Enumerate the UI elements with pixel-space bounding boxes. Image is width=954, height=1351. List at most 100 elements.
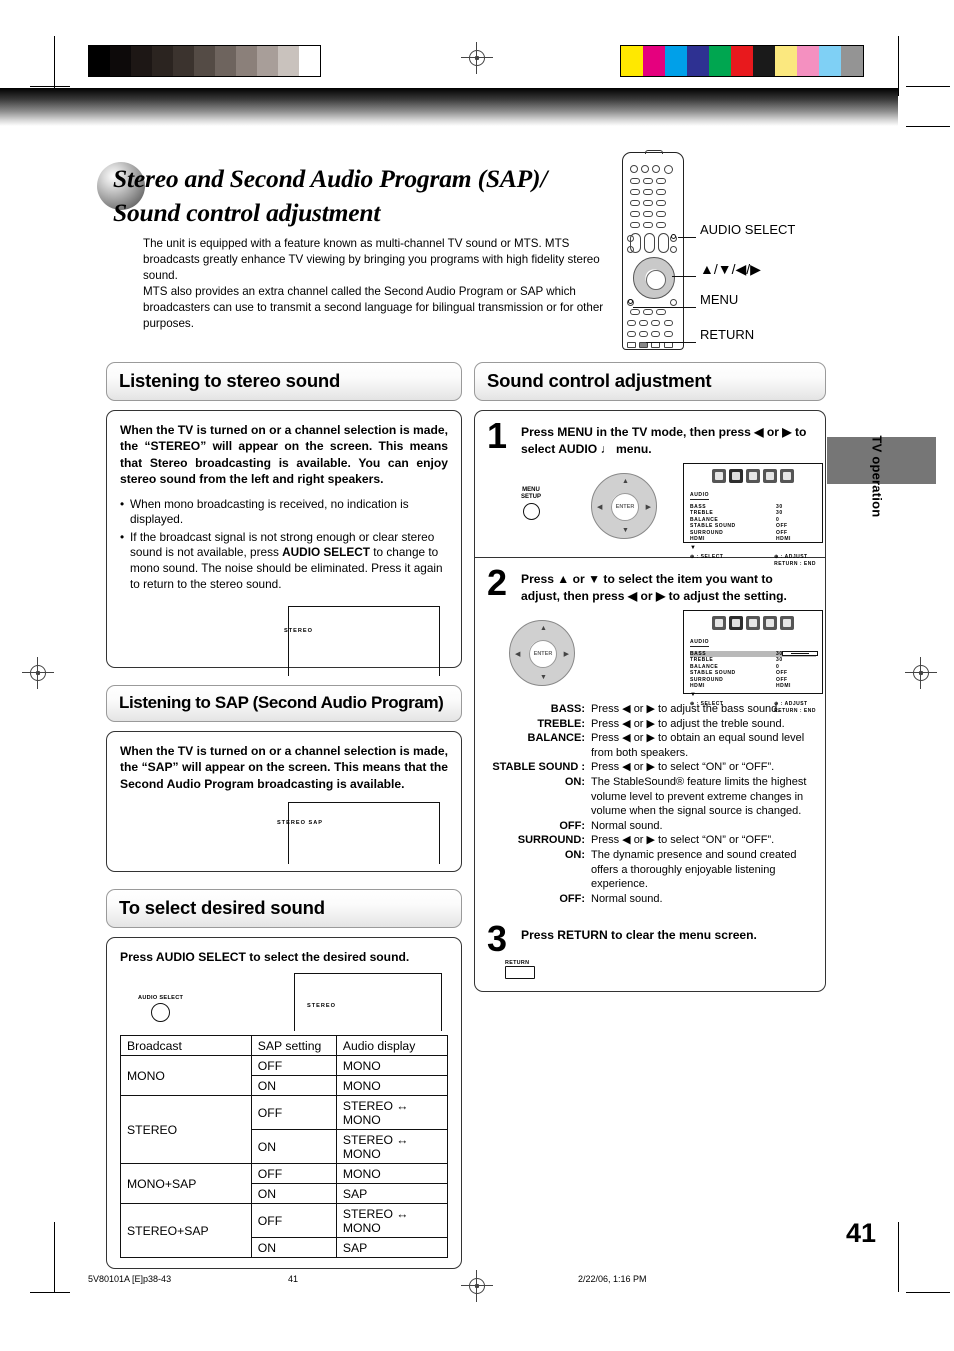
definition-row: SURROUND: Press ◀ or ▶ to select “ON” or … [487,833,813,848]
definition-key: ON: [564,775,585,788]
footer-timestamp: 2/22/06, 1:16 PM [578,1274,647,1284]
audio-select-knob [151,1003,171,1023]
color-patch [665,46,687,76]
color-patch [687,46,709,76]
osd-audio-icon [729,469,743,483]
section-heading-select-sound: To select desired sound [106,889,462,928]
osd-function-icon [746,616,760,630]
return-button-illustration: RETURN [505,960,535,980]
table-row: MONO+SAP OFF MONO [120,1163,449,1205]
osd-audio-menu-step2: AUDIO BASS 30 TREBLE 30 BALANCE 0 STABLE SOUND… [683,610,823,714]
cell-audio-display: STEREO ↔ MONO [335,1129,449,1165]
tv-screen-stereo-example: STEREO [120,606,448,678]
registration-target-bottom [461,1270,493,1302]
definition-key: OFF: [559,819,585,832]
color-patch [731,46,753,76]
list-item: If the broadcast signal is not strong en… [120,530,448,592]
crop-mark-bottom-right-h [906,1292,950,1293]
definition-row: ON: The StableSound® feature limits the h… [487,775,813,819]
stereo-lead-text: When the TV is turned on or a channel se… [120,423,448,487]
navigation-wheel-illustration: ▲ ▼ ◀ ▶ ENTER [591,473,657,539]
crop-mark-top-left-v [54,36,55,96]
remote-button-row-1 [630,165,673,174]
panel-sap: When the TV is turned on or a channel se… [106,731,462,872]
crop-mark-bottom-left-v [54,1222,55,1292]
remote-small-button-right-b [670,246,677,253]
step-2-header: 2 Press ▲ or ▼ to select the item you wa… [487,562,813,604]
definition-value: Press ◀ or ▶ to select “ON” or “OFF”. [591,761,775,774]
remote-button-row-6 [630,222,667,228]
osd-adjust-return-hints: ⊕ : ADJUST RETURN : END [774,554,816,566]
definition-row: TREBLE: Press ◀ or ▶ to adjust the treble… [487,717,813,732]
footer-page-number: 41 [288,1274,299,1284]
page-title: Stereo and Second Audio Program (SAP)/ S… [113,162,633,230]
table-row: MONO OFF MONO [120,1055,449,1097]
select-lead-text: Press AUDIO SELECT to select the desired… [120,950,410,964]
cell-sap-setting: OFF [250,1163,337,1185]
grayscale-patch [110,46,131,76]
osd-row: HDMI HDMI [690,683,816,689]
definition-key: BASS: [550,703,585,715]
color-patch [819,46,841,76]
wheel-up-arrow-icon: ▲ [540,625,547,632]
tv-screen-frame [288,606,440,677]
osd-select-hint: ⊕ : SELECT [690,701,724,708]
tv-screen-sap-example: STEREO SAP [120,802,448,874]
definition-row: OFF: Normal sound. [487,819,813,834]
wheel-left-arrow-icon: ◀ [515,651,521,658]
intro-paragraph: The unit is equipped with a feature know… [143,237,604,331]
grayscale-patch [236,46,257,76]
wheel-down-arrow-icon: ▼ [540,674,547,681]
cell-sap-setting: OFF [250,1055,337,1077]
section-heading-sound-control: Sound control adjustment [474,362,826,401]
remote-small-button-left-b [627,246,634,253]
definition-value: Normal sound. [591,819,663,832]
return-button-body [505,966,535,980]
remote-button-row-5 [630,211,667,217]
callout-dot-audio-select [671,234,676,239]
density-gradient-bar [0,88,898,126]
cell-sap-setting: OFF [250,1095,337,1131]
osd-menu-title: AUDIO [690,639,710,647]
callout-line-audio-select [678,237,696,238]
crop-mark-top-left-h [30,86,70,87]
audio-settings-definitions: BASS: Press ◀ or ▶ to adjust the bass sou… [487,702,813,906]
crop-mark-top-right-h [906,86,950,87]
step-1-header: 1 Press MENU in the TV mode, then press … [487,418,813,457]
grayscale-calibration-strip [88,45,321,77]
definition-value: Press ◀ or ▶ to adjust the treble sound. [591,717,785,730]
crop-mark-top-right-v [898,36,899,96]
page-number: 41 [845,1218,876,1248]
grayscale-patch [152,46,173,76]
color-calibration-strip [620,45,864,77]
remote-body [622,150,684,350]
osd-footer-hints: ⊕ : SELECT ⊕ : ADJUST RETURN : END [690,701,816,713]
grayscale-patch [194,46,215,76]
definition-value: Normal sound. [591,892,663,905]
osd-scroll-down-icon: ▼ [690,692,696,699]
menu-setup-button-caption: MENU SETUP [521,487,542,500]
step-2-illustration: ▲ ▼ ◀ ▶ ENTER AUDIO BASS 30 TREBLE 30 BA… [487,610,823,714]
page-title-line-2: Sound control adjustment [113,198,381,227]
remote-button-row-7 [630,309,667,315]
cell-audio-display: STEREO ↔ MONO [335,1203,449,1239]
side-tab-tv-operation: TV operation [827,435,936,609]
callout-label-menu: MENU [700,292,739,307]
tv-screen-osd-label: STEREO SAP [276,820,323,827]
side-tab-label: TV operation [869,435,885,518]
cell-audio-display: MONO [335,1163,449,1185]
cell-broadcast: MONO+SAP [120,1163,252,1205]
definition-value: Press ◀ or ▶ to select “ON” or “OFF”. [591,834,775,847]
table-column-header: SAP setting [250,1035,337,1057]
step-2-number: 2 [487,562,508,603]
menu-setup-button-illustration: MENU SETUP [521,487,541,520]
callout-label-audio-select: AUDIO SELECT [700,222,796,237]
wheel-right-arrow-icon: ▶ [645,504,651,511]
cell-sap-setting: OFF [250,1203,337,1239]
cell-broadcast: STEREO [120,1095,252,1165]
navigation-wheel-illustration: ▲ ▼ ◀ ▶ ENTER [509,620,575,686]
color-patch [841,46,863,76]
wheel-left-arrow-icon: ◀ [597,504,603,511]
wheel-up-arrow-icon: ▲ [622,478,629,485]
remote-small-button-left-a [627,235,634,242]
